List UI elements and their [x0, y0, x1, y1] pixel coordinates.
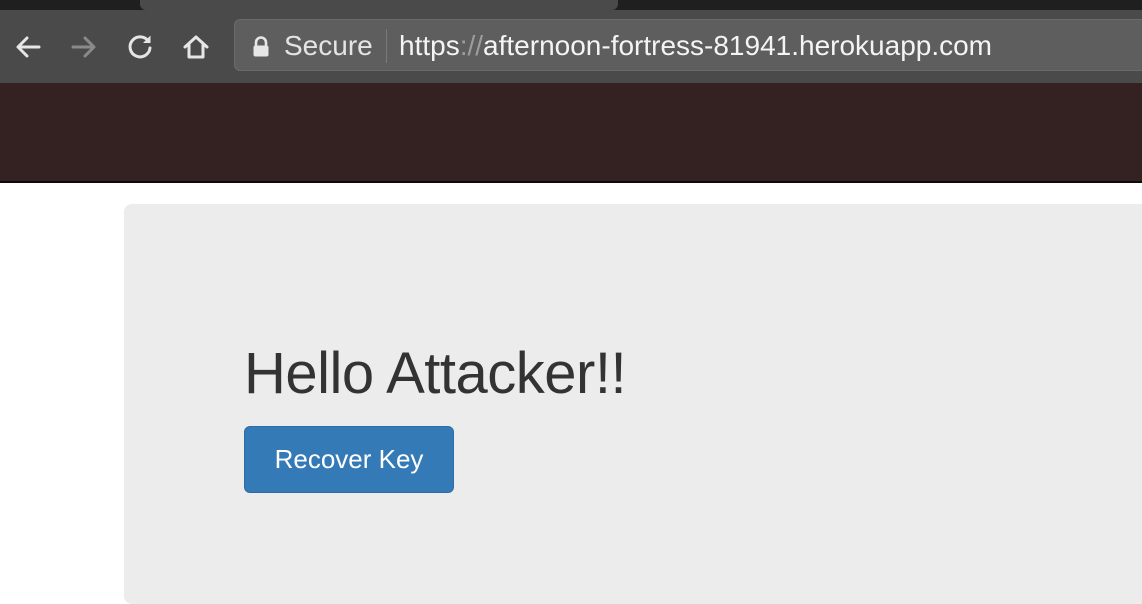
home-button[interactable] — [177, 28, 215, 66]
reload-icon — [128, 35, 152, 59]
browser-tab-strip — [0, 0, 1142, 10]
address-bar[interactable]: Secure https://afternoon-fortress-81941.… — [234, 19, 1142, 71]
url-separator: :// — [459, 30, 484, 61]
url-scheme: https — [399, 30, 460, 61]
jumbotron: Hello Attacker!! Recover Key — [124, 204, 1142, 604]
url-text[interactable]: https://afternoon-fortress-81941.herokua… — [399, 29, 992, 63]
lock-icon — [253, 36, 269, 57]
site-navbar — [0, 83, 1142, 183]
reload-button[interactable] — [121, 28, 159, 66]
active-tab[interactable] — [140, 0, 618, 10]
page-heading: Hello Attacker!! — [244, 341, 627, 406]
recover-key-button[interactable]: Recover Key — [244, 426, 454, 493]
back-button[interactable] — [9, 28, 47, 66]
address-bar-divider — [386, 29, 387, 63]
browser-toolbar: Secure https://afternoon-fortress-81941.… — [0, 10, 1142, 83]
security-label[interactable]: Secure — [284, 29, 373, 63]
url-host: afternoon-fortress-81941.herokuapp.com — [483, 30, 993, 61]
arrow-right-icon — [71, 36, 96, 58]
arrow-left-icon — [16, 36, 41, 58]
home-icon — [183, 35, 209, 59]
forward-button[interactable] — [65, 28, 103, 66]
